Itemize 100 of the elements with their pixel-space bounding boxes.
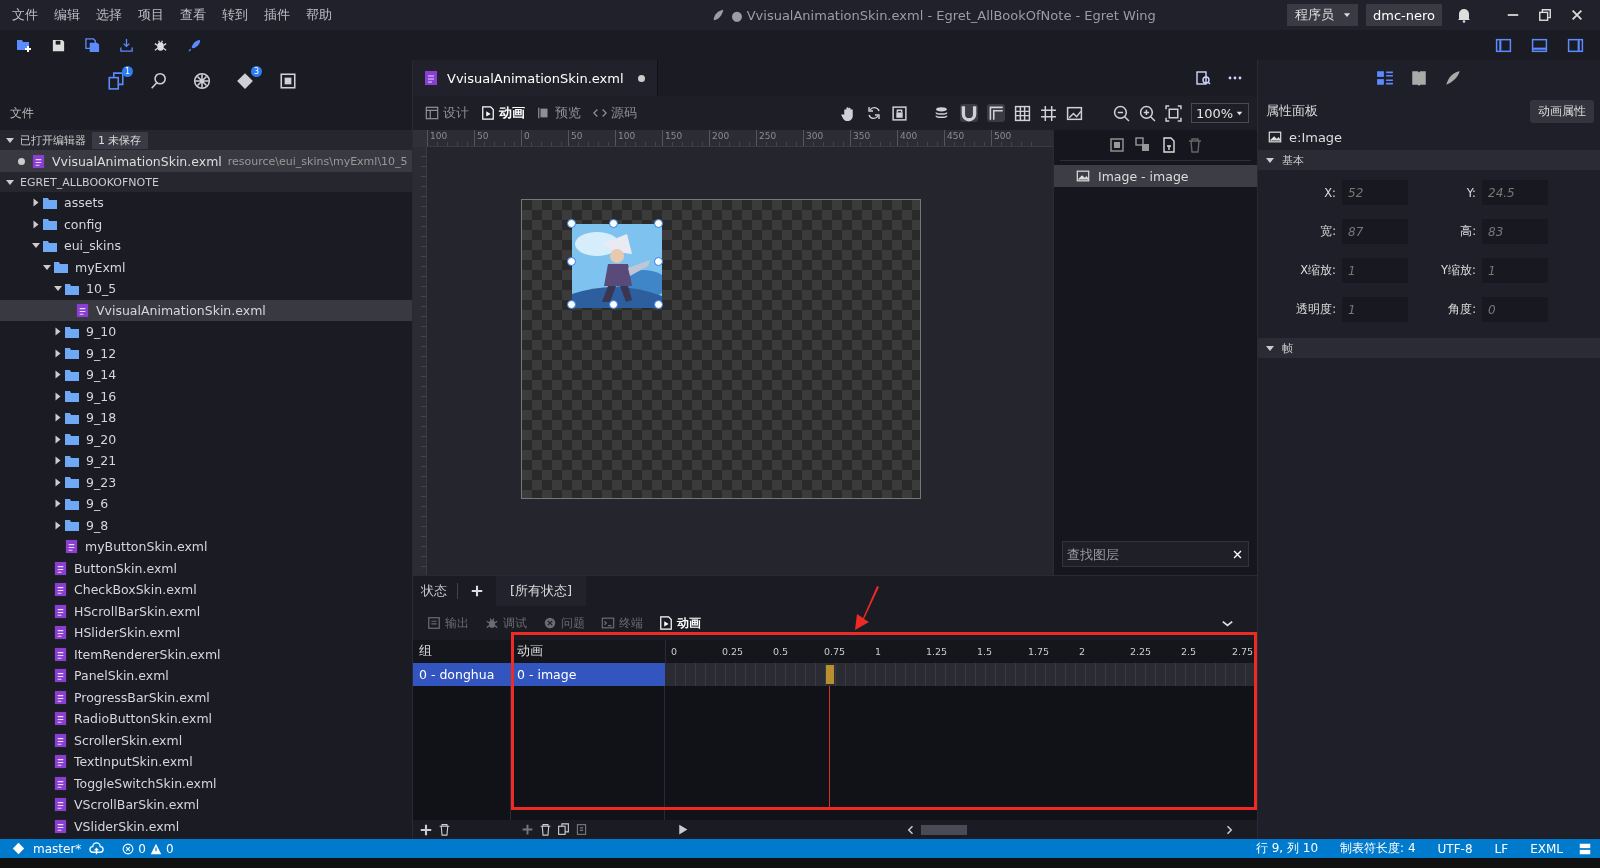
folder-item[interactable]: 9_20 [0,428,412,450]
menu-item[interactable]: 文件 [4,6,46,24]
expand-arrow-icon[interactable] [33,220,39,229]
resize-handle[interactable] [654,257,663,266]
file-item[interactable]: TextInputSkin.exml [0,751,412,773]
menu-item[interactable]: 帮助 [298,6,340,24]
file-item[interactable]: ScrollerSkin.exml [0,729,412,751]
folder-item[interactable]: 9_6 [0,493,412,515]
expand-arrow-icon[interactable] [55,521,61,530]
menu-item[interactable]: 查看 [172,6,214,24]
right-panel-icon[interactable] [1567,36,1584,54]
menu-item[interactable]: 编辑 [46,6,88,24]
resize-handle[interactable] [567,219,576,228]
expand-arrow-icon[interactable] [55,478,61,487]
resize-handle[interactable] [609,219,618,228]
folder-item[interactable]: assets [0,192,412,214]
file-item[interactable]: ToggleSwitchSkin.exml [0,772,412,794]
image-edit-icon[interactable] [1066,104,1083,122]
search-field[interactable]: 查找图层 [1062,541,1249,567]
file-item[interactable]: CheckBoxSkin.exml [0,579,412,601]
lock-frame-icon[interactable] [891,104,908,122]
bottom-panel-icon[interactable] [1531,36,1548,54]
file-item[interactable]: PanelSkin.exml [0,665,412,687]
zoom-dropdown[interactable]: 100% [1191,103,1249,123]
zoom-in-icon[interactable] [1139,104,1156,122]
user-button[interactable]: dmc-nero [1366,4,1442,26]
section-header[interactable]: 已打开编辑器 1 未保存 [0,130,412,150]
expand-arrow-icon[interactable] [55,349,61,358]
ts-file-icon[interactable] [1160,137,1177,153]
sync-icon[interactable] [89,841,105,856]
scrollbar-thumb[interactable] [921,824,967,835]
folder-item[interactable]: myExml [0,256,412,278]
file-item[interactable]: ProgressBarSkin.exml [0,686,412,708]
open-editor-item[interactable]: VvisualAnimationSkin.exml resource\eui_skins\myExml\10_5 [0,150,412,172]
fit-icon[interactable] [1165,104,1182,122]
resize-handle[interactable] [567,257,576,266]
left-panel-icon[interactable] [1495,36,1512,54]
restore-icon[interactable] [1538,8,1552,22]
save-icon[interactable] [51,37,66,53]
file-item[interactable]: HScrollBarSkin.exml [0,600,412,622]
input-field[interactable]: 52 [1342,180,1408,205]
expand-arrow-icon[interactable] [55,413,61,422]
folder-plus-icon[interactable] [16,37,32,53]
input-field[interactable]: 83 [1482,219,1548,244]
file-item[interactable]: VSliderSkin.exml [0,815,412,837]
folder-item[interactable]: 9_21 [0,450,412,472]
properties-icon[interactable] [1376,69,1394,87]
menu-item[interactable]: 插件 [256,6,298,24]
file-item[interactable]: myButtonSkin.exml [0,536,412,558]
folder-item[interactable]: 9_16 [0,385,412,407]
keyframe-marker[interactable] [826,665,834,684]
expand-arrow-icon[interactable] [55,499,61,508]
play-icon[interactable] [676,823,689,836]
ungroup-icon[interactable] [1134,137,1151,153]
folder-item[interactable]: eui_skins [0,235,412,257]
layer-item[interactable]: Image - image [1054,165,1257,187]
status-item[interactable]: 行 9, 列 10 [1248,840,1326,857]
file-item[interactable]: RadioButtonSkin.exml [0,708,412,730]
folder-item[interactable]: 10_5 [0,278,412,300]
editor-tab[interactable]: VvisualAnimationSkin.exml [413,60,658,96]
input-field[interactable]: 1 [1482,258,1548,283]
input-field[interactable]: 24.5 [1482,180,1548,205]
section-header[interactable]: 基本 [1258,150,1600,170]
server-icon[interactable] [1578,841,1592,856]
folder-item[interactable]: 9_18 [0,407,412,429]
add-icon[interactable] [419,822,433,837]
view-tab[interactable]: 源码 [587,104,643,122]
hash-icon[interactable] [1040,104,1057,122]
input-field[interactable]: 0 [1482,297,1548,322]
menu-item[interactable]: 选择 [88,6,130,24]
error-count[interactable]: 0 [138,841,146,856]
refresh-icon[interactable] [866,105,882,121]
animation-properties-button[interactable]: 动画属性 [1530,99,1594,123]
group-row[interactable]: 0 - donghua [413,663,511,686]
view-tab[interactable]: 预览 [531,104,587,122]
menu-item[interactable]: 转到 [214,6,256,24]
file-item[interactable]: VvisualAnimationSkin.exml [0,299,412,321]
save-all-icon[interactable] [85,37,100,53]
folder-item[interactable]: 9_8 [0,514,412,536]
grid-icon[interactable] [1014,104,1031,122]
input-field[interactable]: 1 [1342,297,1408,322]
activity-tab[interactable]: 1 [107,66,133,90]
status-item[interactable]: 制表符长度: 4 [1333,840,1423,857]
section-header[interactable]: EGRET_ALLBOOKOFNOTE [0,172,412,192]
status-item[interactable]: UTF-8 [1430,841,1480,856]
zoom-out-icon[interactable] [1113,104,1130,122]
folder-item[interactable]: config [0,213,412,235]
input-field[interactable]: 87 [1342,219,1408,244]
close-icon[interactable] [1570,8,1584,22]
activity-tab[interactable]: 3 [236,66,262,90]
view-tab[interactable]: 设计 [419,104,475,122]
expand-arrow-icon[interactable] [55,392,61,401]
folder-item[interactable]: 9_10 [0,321,412,343]
file-item[interactable]: VScrollBarSkin.exml [0,794,412,816]
animation-row[interactable]: 0 - image [511,663,665,686]
corner-icon[interactable] [987,104,1005,122]
download-icon[interactable] [119,37,134,53]
file-item[interactable]: HSliderSkin.exml [0,622,412,644]
warning-count[interactable]: 0 [165,841,174,856]
panel-tab[interactable]: 动画 [655,614,705,632]
